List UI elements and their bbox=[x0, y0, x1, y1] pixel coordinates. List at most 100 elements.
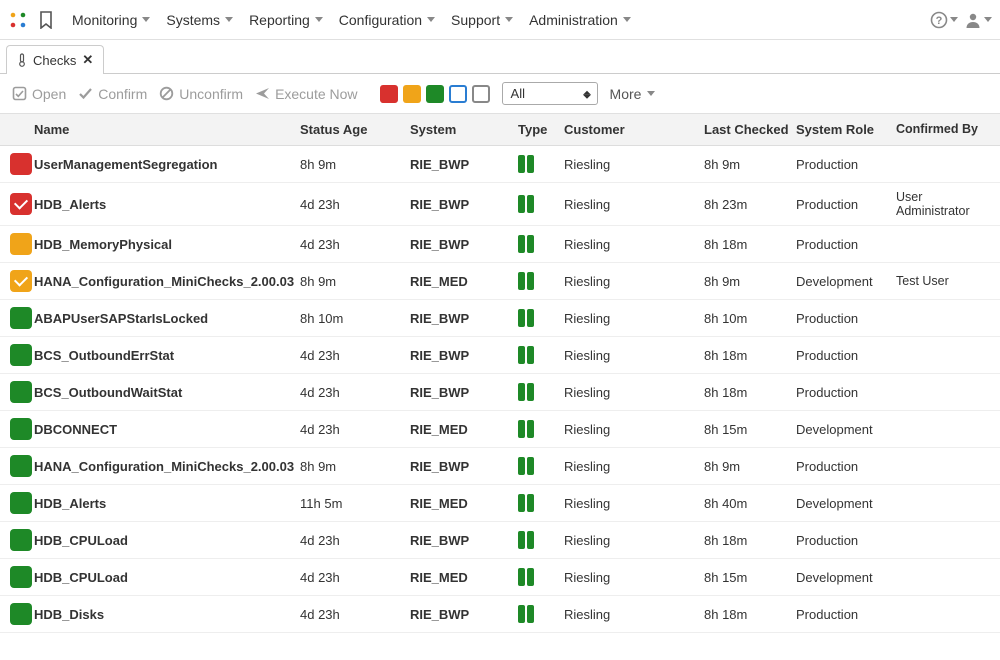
cell-status-age: 4d 23h bbox=[300, 570, 410, 585]
unconfirm-button[interactable]: Unconfirm bbox=[159, 86, 243, 102]
cell-last-checked: 8h 9m bbox=[704, 459, 796, 474]
col-status-age[interactable]: Status Age bbox=[300, 122, 410, 137]
table-row[interactable]: HDB_Alerts11h 5mRIE_MEDRiesling8h 40mDev… bbox=[0, 485, 1000, 522]
database-icon bbox=[518, 494, 534, 512]
col-last-checked[interactable]: Last Checked bbox=[704, 122, 796, 137]
cell-customer: Riesling bbox=[564, 570, 704, 585]
cell-type bbox=[518, 346, 564, 364]
filter-select[interactable]: All bbox=[502, 82, 598, 105]
cell-system: RIE_BWP bbox=[410, 197, 518, 212]
filter-blue[interactable] bbox=[449, 85, 467, 103]
cell-last-checked: 8h 9m bbox=[704, 274, 796, 289]
cell-status-age: 4d 23h bbox=[300, 607, 410, 622]
app-logo[interactable] bbox=[8, 10, 28, 30]
cell-status-age: 4d 23h bbox=[300, 348, 410, 363]
cell-type bbox=[518, 531, 564, 549]
table-row[interactable]: BCS_OutboundErrStat4d 23hRIE_BWPRiesling… bbox=[0, 337, 1000, 374]
cell-system: RIE_BWP bbox=[410, 459, 518, 474]
chevron-down-icon bbox=[623, 17, 631, 22]
cell-system-role: Production bbox=[796, 348, 896, 363]
table-row[interactable]: HANA_Configuration_MiniChecks_2.00.038h … bbox=[0, 448, 1000, 485]
nav-systems[interactable]: Systems bbox=[158, 8, 241, 32]
cell-system-role: Development bbox=[796, 496, 896, 511]
top-nav: MonitoringSystemsReportingConfigurationS… bbox=[0, 0, 1000, 40]
tab-label: Checks bbox=[33, 53, 76, 68]
cell-customer: Riesling bbox=[564, 197, 704, 212]
table-row[interactable]: BCS_OutboundWaitStat4d 23hRIE_BWPRieslin… bbox=[0, 374, 1000, 411]
cell-name: DBCONNECT bbox=[34, 422, 300, 437]
cell-last-checked: 8h 40m bbox=[704, 496, 796, 511]
cell-customer: Riesling bbox=[564, 385, 704, 400]
chevron-down-icon bbox=[505, 17, 513, 22]
nav-monitoring[interactable]: Monitoring bbox=[64, 8, 158, 32]
user-icon[interactable] bbox=[964, 6, 992, 34]
status-legend bbox=[380, 85, 490, 103]
nav-administration[interactable]: Administration bbox=[521, 8, 639, 32]
cell-system: RIE_BWP bbox=[410, 157, 518, 172]
nav-reporting[interactable]: Reporting bbox=[241, 8, 331, 32]
cell-system-role: Production bbox=[796, 607, 896, 622]
nav-configuration[interactable]: Configuration bbox=[331, 8, 443, 32]
col-system[interactable]: System bbox=[410, 122, 518, 137]
cell-system: RIE_BWP bbox=[410, 533, 518, 548]
database-icon bbox=[518, 568, 534, 586]
col-type[interactable]: Type bbox=[518, 122, 564, 137]
cell-last-checked: 8h 15m bbox=[704, 570, 796, 585]
status-badge bbox=[10, 270, 32, 292]
cell-type bbox=[518, 605, 564, 623]
table-row[interactable]: HDB_Alerts4d 23hRIE_BWPRiesling8h 23mPro… bbox=[0, 183, 1000, 226]
table-row[interactable]: HDB_CPULoad4d 23hRIE_BWPRiesling8h 18mPr… bbox=[0, 522, 1000, 559]
table-row[interactable]: UserManagementSegregation8h 9mRIE_BWPRie… bbox=[0, 146, 1000, 183]
check-icon bbox=[14, 196, 28, 210]
table-row[interactable]: HANA_Configuration_MiniChecks_2.00.038h … bbox=[0, 263, 1000, 300]
cell-system: RIE_BWP bbox=[410, 385, 518, 400]
cell-name: UserManagementSegregation bbox=[34, 157, 300, 172]
cell-status-age: 4d 23h bbox=[300, 237, 410, 252]
tab-close-icon[interactable]: ✕ bbox=[82, 52, 93, 68]
chevron-down-icon bbox=[427, 17, 435, 22]
cell-system-role: Production bbox=[796, 385, 896, 400]
open-button[interactable]: Open bbox=[12, 86, 66, 102]
filter-green[interactable] bbox=[426, 85, 444, 103]
bookmark-icon[interactable] bbox=[34, 8, 58, 32]
col-name[interactable]: Name bbox=[34, 122, 300, 137]
cell-system-role: Production bbox=[796, 197, 896, 212]
filter-red[interactable] bbox=[380, 85, 398, 103]
confirm-button[interactable]: Confirm bbox=[78, 86, 147, 102]
table-row[interactable]: ABAPUserSAPStarIsLocked8h 10mRIE_BWPRies… bbox=[0, 300, 1000, 337]
table-row[interactable]: HDB_Disks4d 23hRIE_BWPRiesling8h 18mProd… bbox=[0, 596, 1000, 633]
execute-now-button[interactable]: Execute Now bbox=[255, 86, 357, 102]
cell-status-age: 8h 9m bbox=[300, 157, 410, 172]
tab-checks[interactable]: Checks ✕ bbox=[6, 45, 104, 74]
filter-orange[interactable] bbox=[403, 85, 421, 103]
cell-customer: Riesling bbox=[564, 422, 704, 437]
cell-type bbox=[518, 457, 564, 475]
cell-type bbox=[518, 383, 564, 401]
cell-status-age: 4d 23h bbox=[300, 197, 410, 212]
table-row[interactable]: HDB_MemoryPhysical4d 23hRIE_BWPRiesling8… bbox=[0, 226, 1000, 263]
col-confirmed-by[interactable]: Confirmed By bbox=[896, 122, 990, 137]
cell-name: BCS_OutboundWaitStat bbox=[34, 385, 300, 400]
table-row[interactable]: DBCONNECT4d 23hRIE_MEDRiesling8h 15mDeve… bbox=[0, 411, 1000, 448]
more-button[interactable]: More bbox=[610, 86, 656, 102]
status-badge bbox=[10, 418, 32, 440]
filter-gray[interactable] bbox=[472, 85, 490, 103]
col-system-role[interactable]: System Role bbox=[796, 122, 896, 137]
cell-system-role: Production bbox=[796, 533, 896, 548]
cell-confirmed-by: Test User bbox=[896, 274, 990, 288]
cell-name: HDB_Alerts bbox=[34, 496, 300, 511]
cell-system: RIE_BWP bbox=[410, 237, 518, 252]
cell-customer: Riesling bbox=[564, 496, 704, 511]
col-customer[interactable]: Customer bbox=[564, 122, 704, 137]
table-row[interactable]: HDB_CPULoad4d 23hRIE_MEDRiesling8h 15mDe… bbox=[0, 559, 1000, 596]
nav-support[interactable]: Support bbox=[443, 8, 521, 32]
cell-system: RIE_MED bbox=[410, 274, 518, 289]
database-icon bbox=[518, 457, 534, 475]
cell-status-age: 8h 9m bbox=[300, 274, 410, 289]
check-icon bbox=[14, 273, 28, 287]
cell-system-role: Production bbox=[796, 237, 896, 252]
cell-type bbox=[518, 195, 564, 213]
cell-system-role: Development bbox=[796, 570, 896, 585]
cell-type bbox=[518, 235, 564, 253]
help-icon[interactable]: ? bbox=[930, 6, 958, 34]
